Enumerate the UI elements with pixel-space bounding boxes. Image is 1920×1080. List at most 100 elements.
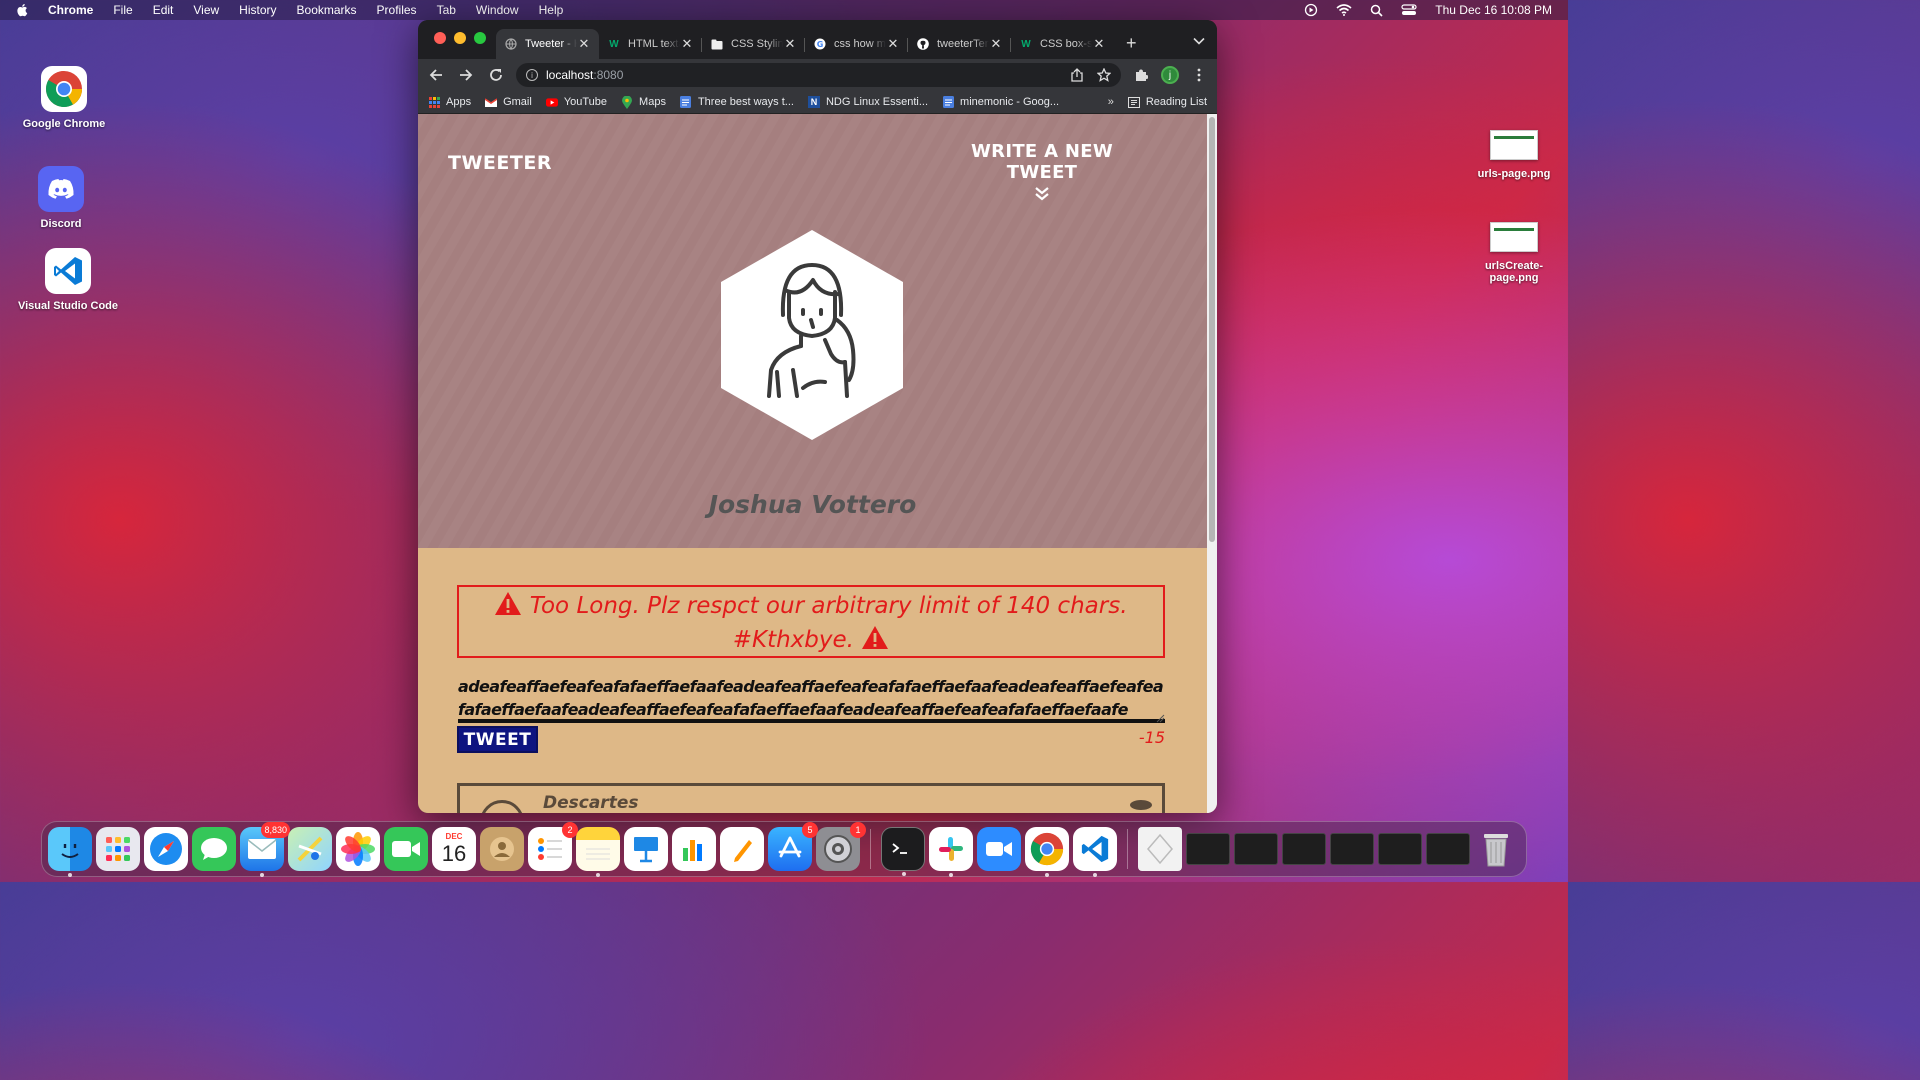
share-icon[interactable] [1071, 68, 1083, 82]
kebab-menu-icon[interactable] [1189, 65, 1209, 85]
minimized-window[interactable] [1234, 833, 1278, 865]
reading-list-button[interactable]: Reading List [1127, 96, 1207, 108]
dock-terminal[interactable] [881, 827, 925, 876]
site-info-icon[interactable]: i [526, 69, 538, 81]
dock-zoom[interactable] [977, 827, 1021, 871]
scrollbar-thumb[interactable] [1209, 117, 1215, 542]
tab-css-styling[interactable]: CSS Styling ✕ [702, 29, 805, 59]
profile-avatar[interactable]: j [1161, 66, 1179, 84]
tab-label: tweeterTen [937, 38, 989, 50]
bookmark-youtube[interactable]: YouTube [545, 96, 607, 108]
dock-slack[interactable] [929, 827, 973, 877]
desktop-icon-vscode[interactable]: Visual Studio Code [13, 248, 123, 312]
minimized-window[interactable] [1282, 833, 1326, 865]
address-bar-actions [1071, 68, 1111, 82]
menu-tab[interactable]: Tab [437, 0, 456, 20]
mail-badge: 8,830 [261, 822, 290, 838]
extensions-puzzle-icon[interactable] [1131, 65, 1151, 85]
dock-keynote[interactable] [624, 827, 668, 871]
bookmarks-overflow-icon[interactable]: » [1108, 96, 1114, 108]
tab-tweeter[interactable]: Tweeter - H ✕ [496, 29, 599, 59]
tab-github[interactable]: tweeterTen ✕ [908, 29, 1011, 59]
minimize-window-button[interactable] [454, 32, 466, 44]
bookmark-star-icon[interactable] [1097, 68, 1111, 82]
tab-css-box-sizing[interactable]: W CSS box-si ✕ [1011, 29, 1114, 59]
reload-icon[interactable] [486, 65, 506, 85]
bookmark-gmail[interactable]: Gmail [485, 96, 532, 108]
dock-calendar[interactable]: DEC 16 [432, 827, 476, 871]
minimized-window[interactable] [1426, 833, 1470, 865]
dock-system-preferences[interactable]: 1 [816, 822, 866, 871]
page-scrollbar[interactable] [1207, 114, 1217, 813]
tab-close-icon[interactable]: ✕ [577, 36, 591, 52]
dock-mail[interactable]: 8,830 [240, 822, 290, 877]
notes-icon [586, 848, 610, 860]
dock-chrome[interactable] [1025, 827, 1069, 877]
bookmark-apps[interactable]: Apps [428, 96, 471, 108]
desktop-icon-discord[interactable]: Discord [6, 166, 116, 230]
dock-maps[interactable] [288, 827, 332, 871]
menu-view[interactable]: View [193, 0, 219, 20]
dock-vscode[interactable] [1073, 827, 1117, 877]
textarea-resize-grip-icon[interactable] [1155, 713, 1165, 723]
bookmark-maps[interactable]: Maps [621, 95, 666, 109]
brand-logo[interactable]: TWEETER [448, 152, 552, 174]
dock-reminders[interactable]: 2 [528, 822, 578, 871]
tab-close-icon[interactable]: ✕ [783, 36, 797, 52]
tab-close-icon[interactable]: ✕ [989, 36, 1003, 52]
menu-history[interactable]: History [239, 0, 276, 20]
desktop-file-urlscreate-page[interactable]: urlsCreate- page.png [1459, 222, 1569, 284]
bookmark-ndg-linux[interactable]: N NDG Linux Essenti... [807, 96, 928, 108]
tab-close-icon[interactable]: ✕ [680, 36, 694, 52]
tab-google-search[interactable]: G css how m ✕ [805, 29, 908, 59]
tab-html-textarea[interactable]: W HTML texta ✕ [599, 29, 702, 59]
wifi-icon[interactable] [1336, 4, 1352, 16]
menu-bookmarks[interactable]: Bookmarks [297, 0, 357, 20]
dock-app-store[interactable]: 5 [768, 822, 818, 871]
dock-notes[interactable] [576, 827, 620, 877]
forward-arrow-icon[interactable] [456, 65, 476, 85]
dock-facetime[interactable] [384, 827, 428, 871]
dock-launchpad[interactable] [96, 827, 140, 871]
dock-downloads-stack[interactable] [1138, 827, 1182, 871]
tab-close-icon[interactable]: ✕ [886, 36, 900, 52]
clock[interactable]: Thu Dec 16 10:08 PM [1435, 3, 1552, 17]
zoom-window-button[interactable] [474, 32, 486, 44]
minimized-window[interactable] [1330, 833, 1374, 865]
tweet-textarea[interactable]: adeafeaffaefeafeafafaeffaefaafeadeafeaff… [458, 675, 1165, 723]
close-window-button[interactable] [434, 32, 446, 44]
dock-messages[interactable] [192, 827, 236, 871]
menu-file[interactable]: File [113, 0, 132, 20]
write-new-tweet-toggle[interactable]: WRITE A NEW TWEET [937, 141, 1147, 202]
desktop-icon-chrome[interactable]: Google Chrome [9, 66, 119, 130]
dock-contacts[interactable] [480, 827, 524, 871]
menu-edit[interactable]: Edit [153, 0, 174, 20]
dock-numbers[interactable] [672, 827, 716, 871]
desktop-file-urls-page[interactable]: urls-page.png [1459, 130, 1569, 180]
minimized-window[interactable] [1378, 833, 1422, 865]
tab-label: css how m [834, 38, 886, 50]
menu-profiles[interactable]: Profiles [377, 0, 417, 20]
tab-close-icon[interactable]: ✕ [1092, 36, 1106, 52]
dock-trash[interactable] [1474, 827, 1518, 871]
screen-record-icon[interactable] [1304, 3, 1318, 17]
dock-safari[interactable] [144, 827, 188, 871]
apple-menu-icon[interactable] [16, 3, 30, 17]
menu-window[interactable]: Window [476, 0, 519, 20]
tab-search-chevron-icon[interactable] [1193, 32, 1205, 50]
tweet-button[interactable]: TWEET [457, 726, 538, 753]
back-arrow-icon[interactable] [426, 65, 446, 85]
dock-photos[interactable] [336, 827, 380, 871]
minimized-window[interactable] [1186, 833, 1230, 865]
spotlight-search-icon[interactable] [1370, 4, 1383, 17]
desktop-file-label: urls-page.png [1477, 168, 1551, 180]
control-center-icon[interactable] [1401, 4, 1417, 16]
address-bar[interactable]: i localhost:8080 [516, 63, 1121, 87]
bookmark-three-best-ways[interactable]: Three best ways t... [680, 96, 794, 108]
new-tab-button[interactable]: + [1126, 29, 1137, 59]
bookmark-minemonic[interactable]: minemonic - Goog... [942, 96, 1059, 108]
menu-app-name[interactable]: Chrome [48, 0, 93, 20]
dock-finder[interactable] [48, 827, 92, 877]
menu-help[interactable]: Help [539, 0, 564, 20]
dock-pages[interactable] [720, 827, 764, 871]
